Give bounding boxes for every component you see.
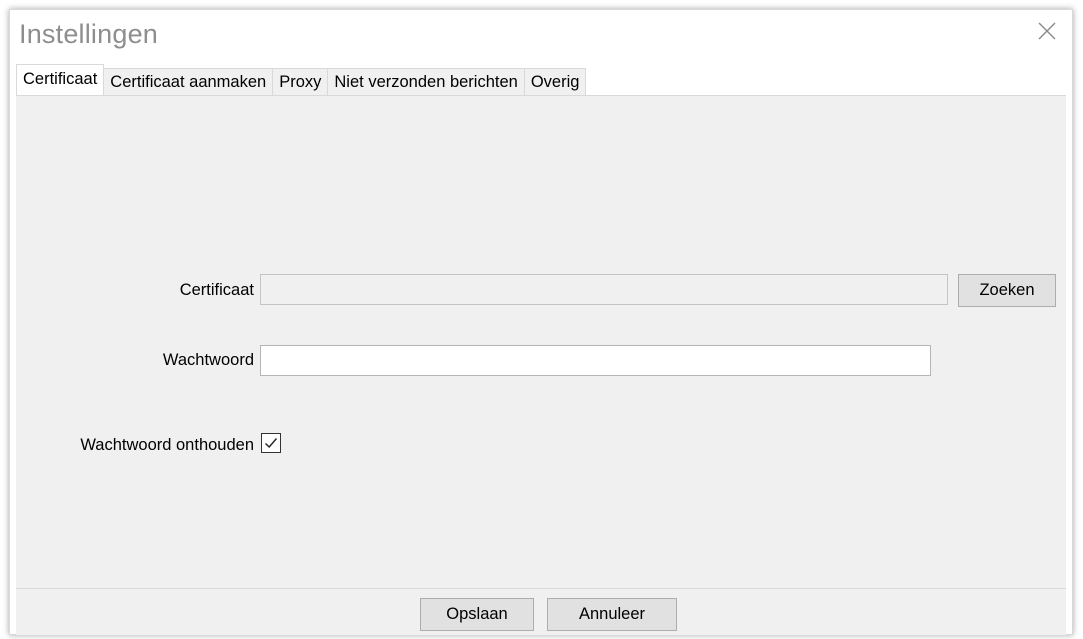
dialog-footer: Opslaan Annuleer xyxy=(16,588,1066,635)
close-icon[interactable] xyxy=(1036,20,1058,42)
tab-bar: Certificaat Certificaat aanmaken Proxy N… xyxy=(16,64,587,95)
settings-dialog: Instellingen Certificaat Certificaat aan… xyxy=(9,9,1073,635)
certificate-tab-panel: Certificaat Zoeken Wachtwoord Wachtwoord… xyxy=(16,95,1066,588)
tab-niet-verzonden-berichten[interactable]: Niet verzonden berichten xyxy=(327,68,525,95)
tab-certificaat[interactable]: Certificaat xyxy=(16,64,105,95)
remember-password-checkbox[interactable] xyxy=(261,433,281,453)
checkmark-icon xyxy=(265,438,278,449)
certificate-label: Certificaat xyxy=(179,281,254,299)
title-bar: Instellingen xyxy=(10,10,1072,64)
tab-overig[interactable]: Overig xyxy=(523,68,587,95)
search-button[interactable]: Zoeken xyxy=(958,274,1056,307)
cancel-button[interactable]: Annuleer xyxy=(547,598,677,631)
tab-proxy[interactable]: Proxy xyxy=(272,68,329,95)
dialog-title: Instellingen xyxy=(19,19,158,49)
password-label: Wachtwoord xyxy=(162,351,254,369)
remember-password-label: Wachtwoord onthouden xyxy=(80,436,254,454)
certificate-path-field xyxy=(260,274,948,305)
password-field[interactable] xyxy=(260,345,931,376)
save-button[interactable]: Opslaan xyxy=(420,598,534,631)
tab-certificaat-aanmaken[interactable]: Certificaat aanmaken xyxy=(103,68,274,95)
